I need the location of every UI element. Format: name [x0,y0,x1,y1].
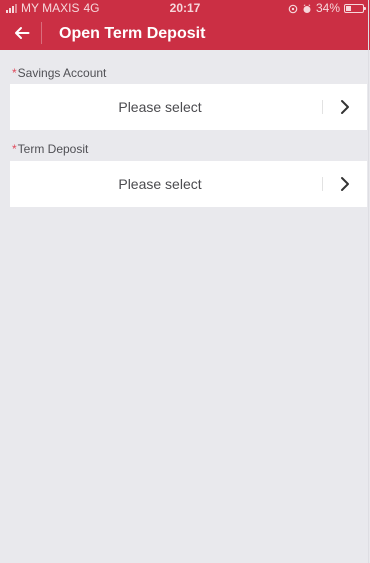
open-term-deposit-screen: MY MAXIS 4G 20:17 34% Open Term Deposit … [0,0,370,563]
select-divider [322,177,323,191]
term-deposit-select[interactable]: Please select [10,161,367,207]
savings-account-label: *Savings Account [12,66,106,80]
required-marker: * [12,66,17,80]
back-button[interactable] [10,21,34,45]
screen-edge [368,0,369,563]
status-indicators: 34% [288,0,366,17]
savings-account-label-text: Savings Account [17,66,107,80]
header-divider [41,22,42,44]
savings-account-value: Please select [118,99,202,115]
location-icon [288,4,298,14]
select-divider [322,100,323,114]
battery-level-fill [346,6,351,11]
term-deposit-value: Please select [118,176,202,192]
arrow-left-icon [15,27,30,39]
savings-account-select[interactable]: Please select [10,84,367,130]
battery-percentage: 34% [315,1,340,15]
app-header: MY MAXIS 4G 20:17 34% Open Term Deposit [0,0,370,50]
term-deposit-label: *Term Deposit [12,142,88,156]
term-deposit-label-text: Term Deposit [17,142,89,156]
status-bar: MY MAXIS 4G 20:17 34% [0,0,370,17]
page-title: Open Term Deposit [59,25,206,42]
chevron-right-icon [339,175,351,193]
alarm-icon [302,3,312,14]
required-marker: * [12,142,17,156]
navigation-bar: Open Term Deposit [0,17,370,50]
chevron-right-icon [339,98,351,116]
battery-icon [344,4,366,13]
